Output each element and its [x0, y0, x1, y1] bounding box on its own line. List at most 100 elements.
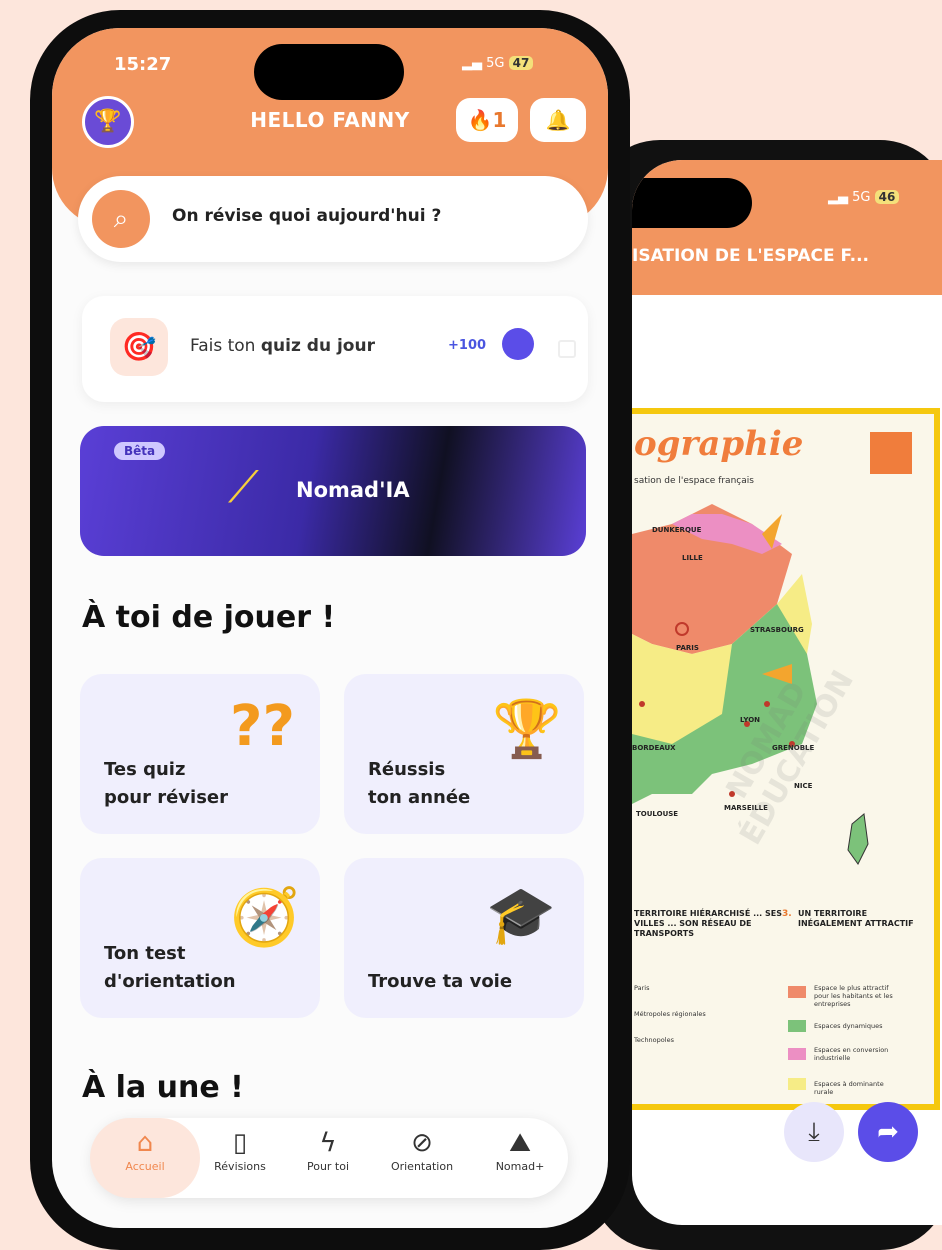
card-quiz[interactable]: ?? Tes quiz pour réviser	[80, 674, 320, 834]
publisher-logo	[870, 432, 912, 474]
share-button[interactable]: ➦	[858, 1102, 918, 1162]
magic-wand-icon: ⟋	[228, 462, 259, 513]
card-line2: Trouve ta voie	[368, 971, 513, 992]
legend-swatch	[788, 1020, 806, 1032]
nav-item-home[interactable]: ⌂ Accueil	[90, 1118, 200, 1198]
map-label: PARIS	[676, 644, 699, 652]
legend-swatch	[788, 1048, 806, 1060]
dynamic-island	[632, 178, 752, 228]
section-title-news: À la une !	[82, 1070, 244, 1105]
card-orientation-test[interactable]: 🧭 Ton test d'orientation	[80, 858, 320, 1018]
legend-label: Espaces à dominante rurale	[814, 1080, 884, 1096]
search-input[interactable]: On révise quoi aujourd'hui ?	[172, 206, 441, 226]
dynamic-island	[254, 44, 404, 100]
card-label: Trouve ta voie	[368, 968, 512, 996]
doc-subtitle: sation de l'espace français	[634, 476, 754, 486]
question-marks-icon: ??	[230, 694, 295, 759]
greeting-title: HELLO FANNY	[250, 108, 410, 132]
nav-label: Orientation	[390, 1160, 454, 1173]
map-label: BORDEAUX	[632, 744, 676, 752]
legend-left-item: Paris	[634, 984, 650, 992]
map-label: DUNKERQUE	[652, 526, 702, 534]
beta-badge: Bêta	[114, 442, 166, 460]
nav-label: Nomad+	[495, 1160, 545, 1173]
book-icon: ▯	[232, 1128, 248, 1158]
back-phone-screen: ▂▄ 5G 46 ISATION DE L'ESPACE F... ograph…	[632, 160, 942, 1225]
card-line1: Ton test	[104, 943, 186, 964]
status-bar: ▂▄ 5G 47	[462, 56, 534, 71]
nav-item-nomad-plus[interactable]: ⛰ Nomad+	[480, 1118, 560, 1198]
nomad-ia-banner[interactable]: Bêta ⟋ Nomad'IA	[80, 426, 586, 556]
card-success[interactable]: 🏆 Réussis ton année	[344, 674, 584, 834]
front-phone-screen: 15:27 ▂▄ 5G 47 🏆 HELLO FANNY 🔥1 🔔 ⌕ On r…	[52, 28, 608, 1228]
nav-item-orientation[interactable]: ⊘ Orientation	[382, 1118, 462, 1198]
corsica	[847, 813, 869, 865]
lightning-icon: ϟ	[319, 1128, 337, 1158]
signal-icon: ▂▄	[462, 56, 482, 71]
status-time: 15:27	[114, 54, 172, 75]
streak-count: 1	[492, 108, 507, 132]
nav-label: Pour toi	[306, 1160, 350, 1173]
card-line2: pour réviser	[104, 787, 228, 808]
card-label: Réussis ton année	[368, 756, 470, 812]
notification-badge[interactable]: 🔔	[530, 98, 586, 142]
trophy-icon: 🏆	[492, 697, 562, 762]
flame-icon: 🔥	[467, 108, 493, 132]
nomad-ia-label: Nomad'IA	[296, 478, 410, 502]
compass-icon: 🧭	[230, 885, 300, 950]
network-label: 5G	[852, 190, 871, 205]
share-icon: ➦	[877, 1117, 899, 1147]
document-title: ISATION DE L'ESPACE F...	[632, 246, 870, 266]
card-line1: Tes quiz	[104, 759, 186, 780]
search-icon: ⌕	[92, 190, 150, 248]
bottom-nav: ⌂ Accueil ▯ Révisions ϟ Pour toi ⊘ Orien…	[90, 1118, 568, 1198]
legend-left-item: Technopoles	[634, 1036, 674, 1044]
nav-label: Accueil	[125, 1160, 165, 1173]
status-bar: ▂▄ 5G 46	[828, 190, 900, 205]
network-label: 5G	[486, 56, 505, 71]
legend-left-item: Métropoles régionales	[634, 1010, 706, 1018]
card-label: Ton test d'orientation	[104, 940, 236, 996]
home-icon: ⌂	[136, 1128, 154, 1158]
streak-badge[interactable]: 🔥1	[456, 98, 518, 142]
doc-section-right: UN TERRITOIRE INÉGALEMENT ATTRACTIF	[798, 909, 914, 928]
download-button[interactable]: ⤓	[784, 1102, 844, 1162]
battery-level: 46	[874, 190, 900, 204]
compass-icon: ⊘	[411, 1128, 433, 1158]
nav-item-for-you[interactable]: ϟ Pour toi	[288, 1118, 368, 1198]
doc-section-left: TERRITOIRE HIÉRARCHISÉ ... SES VILLES ..…	[634, 909, 782, 938]
card-find-path[interactable]: 🎓 Trouve ta voie	[344, 858, 584, 1018]
battery-level: 47	[508, 56, 534, 70]
card-line2: d'orientation	[104, 971, 236, 992]
daily-quiz-label: Fais ton quiz du jour	[190, 336, 375, 356]
daily-quiz-prefix: Fais ton	[190, 336, 261, 356]
target-icon: 🎯	[110, 318, 168, 376]
legend-swatch	[788, 986, 806, 998]
search-bar[interactable]: ⌕ On révise quoi aujourd'hui ?	[78, 176, 588, 262]
card-line2: ton année	[368, 787, 471, 808]
section-title-play: À toi de jouer !	[82, 600, 336, 635]
daily-quiz-card[interactable]: 🎯 Fais ton quiz du jour +100	[82, 296, 588, 402]
card-label: Tes quiz pour réviser	[104, 756, 228, 812]
quiz-points: +100	[448, 338, 487, 353]
mountain-sparkle-icon: ⛰	[509, 1128, 531, 1158]
document-page[interactable]: ographie sation de l'espace français DUN…	[632, 408, 940, 1110]
gem-icon	[502, 328, 534, 360]
doc-heading: ographie	[634, 424, 804, 464]
legend-label: Espaces en conversion industrielle	[814, 1046, 889, 1062]
daily-quiz-bold: quiz du jour	[260, 336, 375, 356]
nav-item-revisions[interactable]: ▯ Révisions	[200, 1118, 280, 1198]
map-label: LILLE	[682, 554, 703, 562]
quiz-checkbox[interactable]	[558, 340, 576, 358]
card-line1: Réussis	[368, 759, 446, 780]
legend-label: Espace le plus attractif pour les habita…	[814, 984, 893, 1008]
map-label: TOULOUSE	[636, 810, 679, 818]
nav-label: Révisions	[214, 1160, 266, 1173]
graduation-cap-icon: 🎓	[486, 883, 556, 948]
map-label: STRASBOURG	[750, 626, 804, 634]
legend-label: Espaces dynamiques	[814, 1022, 883, 1030]
doc-section-number: 3.	[782, 909, 792, 919]
download-icon: ⤓	[808, 1117, 820, 1147]
bell-icon: 🔔	[545, 108, 571, 132]
legend-swatch	[788, 1078, 806, 1090]
